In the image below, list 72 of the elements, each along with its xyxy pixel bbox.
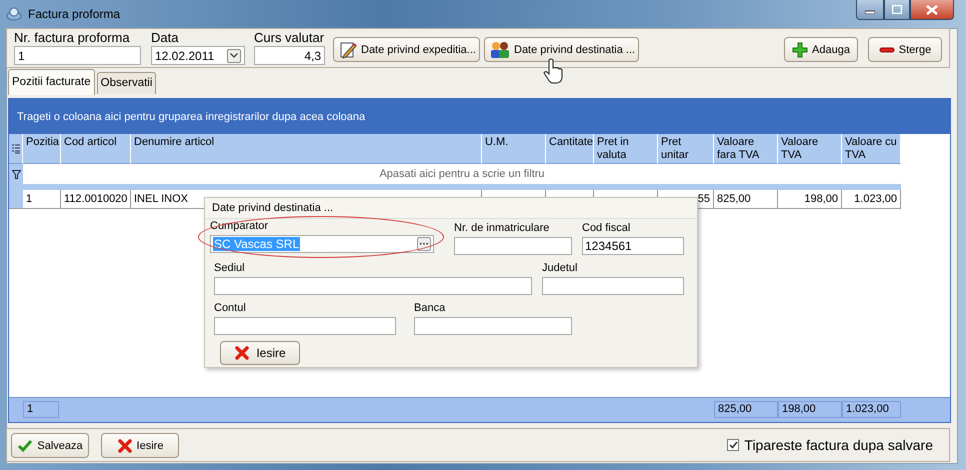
chevron-down-icon — [230, 53, 238, 58]
browse-button[interactable] — [417, 237, 431, 251]
column-header[interactable]: Pret in valuta — [594, 134, 658, 164]
checkbox[interactable] — [727, 439, 740, 451]
table-cell: 1.023,00 — [842, 190, 901, 209]
field-label: Sediul — [214, 262, 246, 276]
total-cell: 1.023,00 — [842, 401, 901, 418]
button[interactable]: Date privind expeditia... — [333, 37, 480, 62]
table-cell: 198,00 — [778, 190, 842, 209]
button[interactable]: Iesire — [220, 341, 300, 365]
table-cell: 825,00 — [714, 190, 778, 209]
input-field[interactable] — [214, 277, 532, 295]
filter-row[interactable]: Apasati aici pentru a scrie un filtru — [23, 164, 901, 184]
total-cell: 825,00 — [714, 401, 778, 418]
group-by-panel[interactable]: Trageti o coloana aici pentru gruparea inregistrarilor dupa acea coloana — [9, 99, 950, 134]
dialog-title: Date privind destinatia ... — [205, 198, 697, 219]
column-header[interactable]: Cantitate — [546, 134, 594, 164]
column-header[interactable]: Pozitia — [23, 134, 61, 164]
field-label: Curs valutar — [254, 30, 324, 46]
field-label: Data — [151, 30, 178, 46]
column-chooser-icon — [12, 144, 20, 154]
input-field[interactable] — [414, 317, 572, 335]
checkmark-icon — [728, 441, 738, 449]
checkmark-icon — [17, 438, 34, 454]
close-icon — [116, 438, 133, 454]
field-label: Nr. de inmatriculare — [454, 222, 550, 236]
minimize-button[interactable] — [856, 0, 884, 20]
hand-cursor-icon — [543, 58, 565, 84]
dropdown-button[interactable] — [227, 48, 241, 62]
field-label: Nr. factura proforma — [14, 30, 130, 46]
close-button[interactable] — [910, 0, 954, 20]
pencil-document-icon — [339, 40, 357, 58]
field-label: Cumparator — [210, 220, 270, 234]
field-label: Banca — [414, 302, 446, 316]
field-label: Cod fiscal — [582, 222, 632, 236]
field-label: Judetul — [542, 262, 578, 276]
input-field[interactable] — [214, 317, 396, 335]
close-icon — [926, 4, 938, 14]
button[interactable]: Salveaza — [11, 433, 89, 458]
input-field[interactable] — [454, 237, 572, 255]
column-header[interactable]: U.M. — [482, 134, 546, 164]
app-icon — [6, 6, 22, 22]
table-cell: 112.0010020 — [61, 190, 131, 209]
filter-icon — [12, 170, 20, 178]
plus-icon — [792, 42, 808, 58]
column-header[interactable]: Valoare fara TVA — [714, 134, 778, 164]
checkbox-label: Tipareste factura dupa salvare — [744, 437, 933, 453]
button[interactable]: Iesire — [101, 433, 179, 458]
input-field[interactable]: 1234561 — [582, 237, 684, 255]
button[interactable]: Adauga — [784, 37, 858, 62]
column-header[interactable]: Cod articol — [61, 134, 131, 164]
button[interactable]: Sterge — [868, 37, 942, 62]
total-cell: 1 — [23, 401, 59, 418]
column-header[interactable]: Denumire articol — [131, 134, 482, 164]
field-label: Contul — [214, 302, 247, 316]
window-title: Factura proforma — [28, 7, 120, 21]
close-icon — [234, 345, 250, 361]
button[interactable]: Date privind destinatia ... — [484, 37, 639, 62]
maximize-icon — [892, 5, 902, 14]
total-cell: 198,00 — [778, 401, 842, 418]
column-header[interactable]: Valoare cu TVA — [842, 134, 901, 164]
maximize-button[interactable] — [884, 0, 910, 20]
input-field[interactable]: 1 — [14, 46, 141, 65]
table-cell: 1 — [23, 190, 61, 209]
people-icon — [490, 40, 510, 58]
input-field[interactable]: 4,3 — [254, 46, 325, 65]
column-header[interactable]: Valoare TVA — [778, 134, 842, 164]
column-header[interactable]: Pret unitar — [658, 134, 714, 164]
input-field[interactable] — [542, 277, 684, 295]
tab[interactable]: Observatii — [96, 72, 156, 94]
date-field[interactable]: 12.02.2011 — [151, 46, 245, 65]
tab[interactable]: Pozitii facturate — [8, 69, 95, 95]
